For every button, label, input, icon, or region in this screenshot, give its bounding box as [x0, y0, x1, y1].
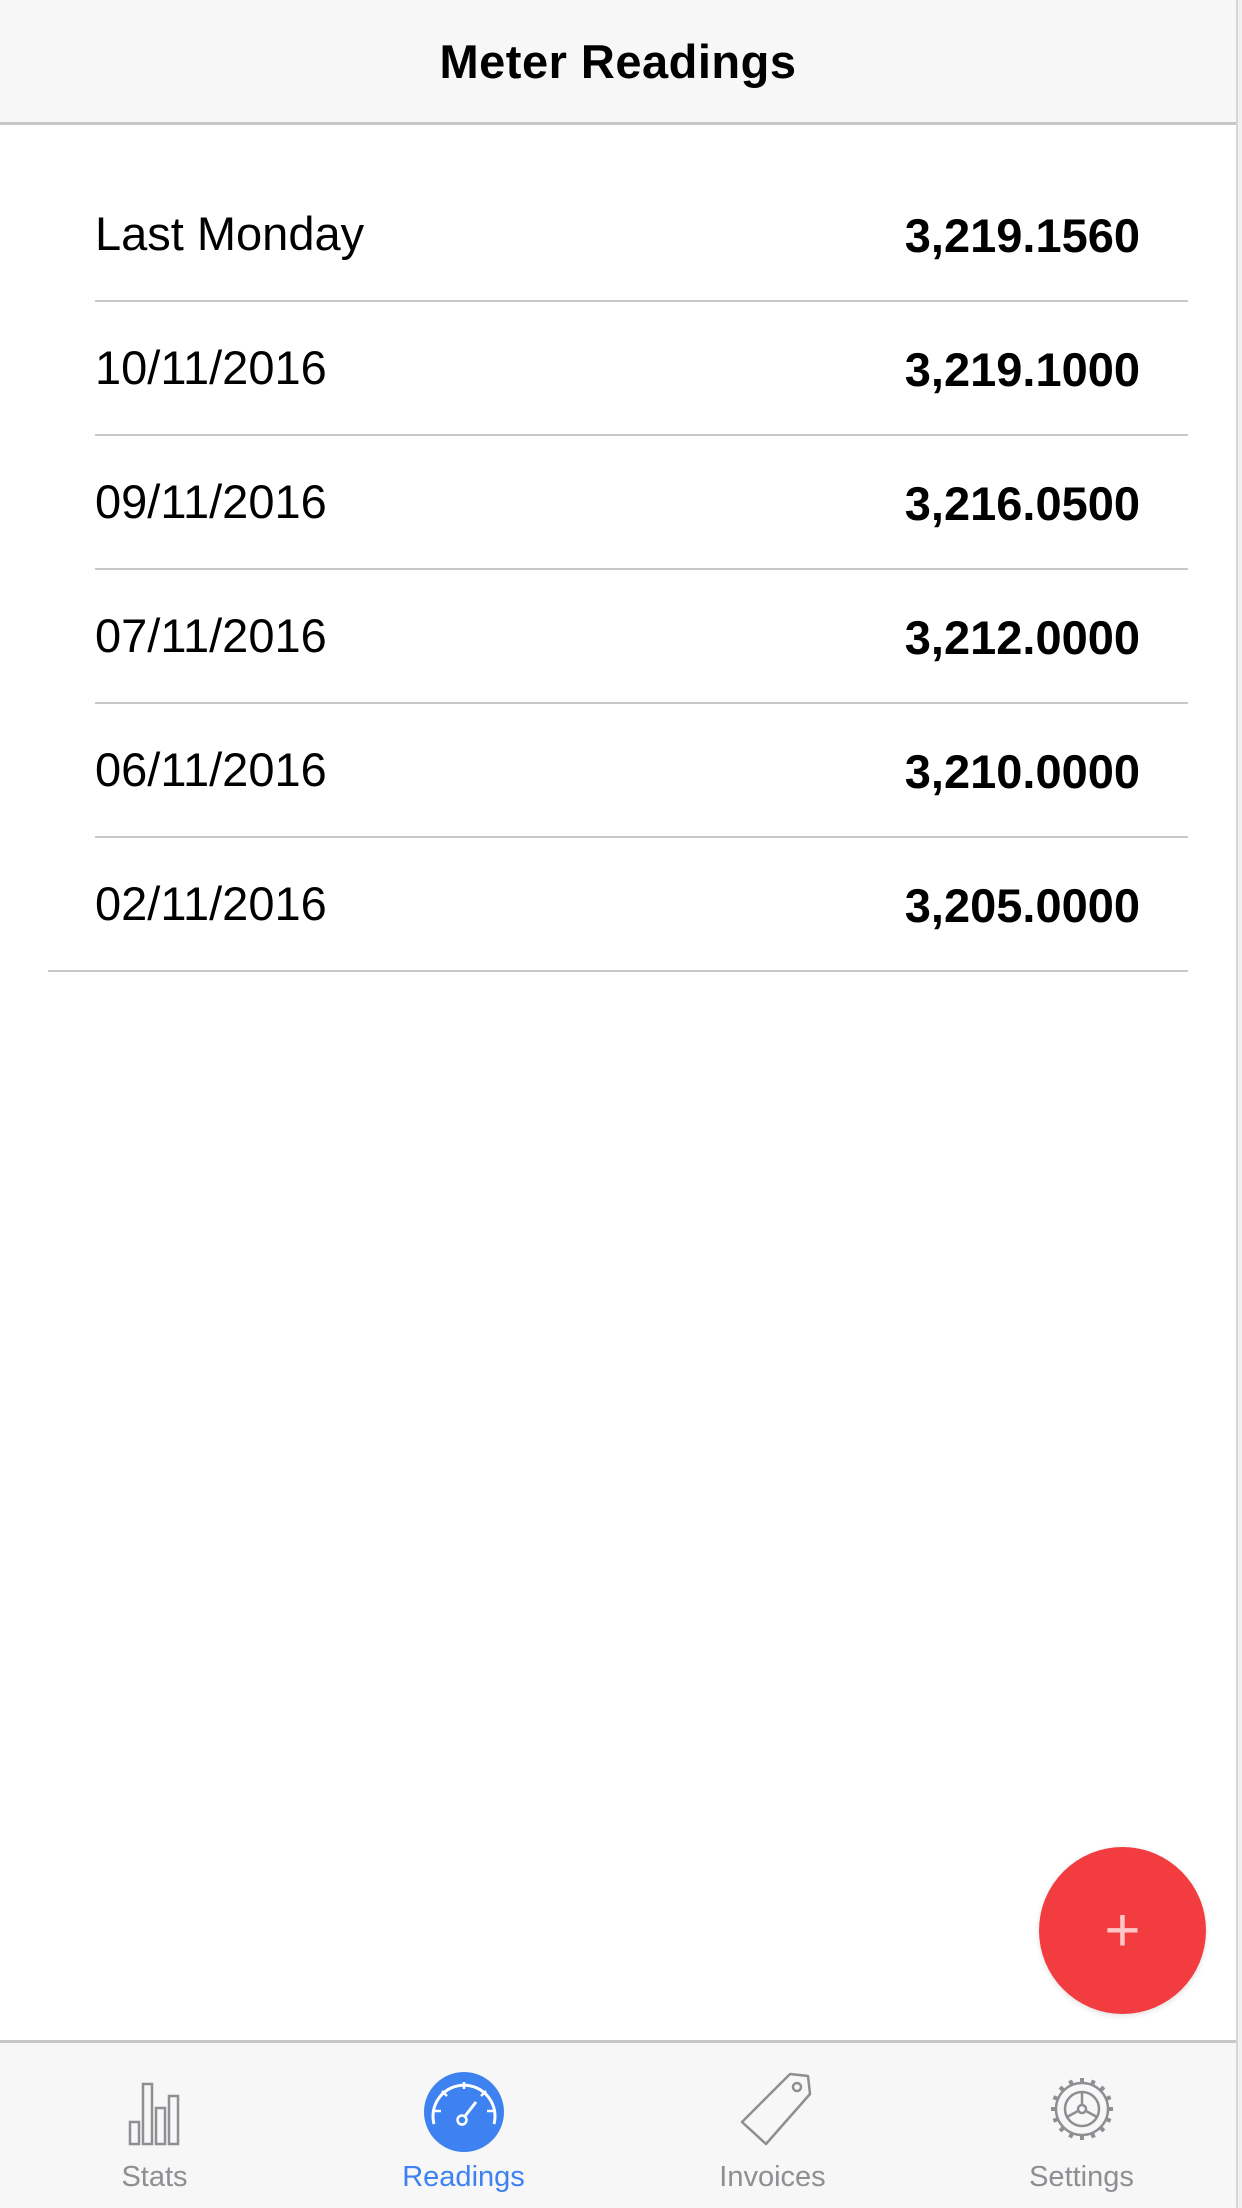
row-separator — [48, 970, 1188, 972]
readings-list: Last Monday 3,219.1560 10/11/2016 3,219.… — [0, 168, 1236, 972]
reading-value: 3,216.0500 — [904, 477, 1140, 530]
tab-settings-label: Settings — [1029, 2161, 1134, 2193]
tab-invoices[interactable]: Invoices — [618, 2043, 927, 2208]
reading-value: 3,212.0000 — [904, 611, 1140, 664]
tab-stats[interactable]: Stats — [0, 2043, 309, 2208]
screen-edge — [1236, 0, 1242, 2208]
tab-readings-label: Readings — [402, 2161, 525, 2193]
reading-value: 3,210.0000 — [904, 745, 1140, 798]
reading-date: 06/11/2016 — [95, 743, 327, 796]
speedometer-icon — [423, 2072, 504, 2152]
reading-row[interactable]: Last Monday 3,219.1560 — [0, 168, 1236, 302]
reading-value: 3,205.0000 — [904, 879, 1140, 932]
reading-date: 10/11/2016 — [95, 341, 327, 394]
navigation-bar: Meter Readings — [0, 0, 1236, 125]
tab-settings[interactable]: Settings — [927, 2043, 1236, 2208]
tab-invoices-label: Invoices — [719, 2161, 826, 2193]
plus-icon: + — [1104, 1896, 1141, 1965]
add-reading-button[interactable]: + — [1039, 1847, 1206, 2014]
reading-row[interactable]: 09/11/2016 3,216.0500 — [0, 436, 1236, 570]
price-tag-icon — [740, 2072, 811, 2146]
reading-row[interactable]: 02/11/2016 3,205.0000 — [0, 838, 1236, 972]
tab-readings[interactable]: Readings — [309, 2043, 618, 2208]
gear-icon — [1050, 2078, 1113, 2140]
reading-date: 07/11/2016 — [95, 609, 327, 662]
reading-row[interactable]: 07/11/2016 3,212.0000 — [0, 570, 1236, 704]
reading-date: 09/11/2016 — [95, 475, 327, 528]
page-title: Meter Readings — [439, 34, 797, 88]
reading-row[interactable]: 06/11/2016 3,210.0000 — [0, 704, 1236, 838]
reading-value: 3,219.1000 — [904, 343, 1140, 396]
tab-stats-label: Stats — [121, 2161, 188, 2193]
app-screen: Meter Readings Last Monday 3,219.1560 10… — [0, 0, 1236, 2208]
tab-bar: Stats Readings Invoices Settings — [0, 2040, 1236, 2208]
reading-row[interactable]: 10/11/2016 3,219.1000 — [0, 302, 1236, 436]
bar-chart-icon — [128, 2082, 179, 2146]
reading-date: 02/11/2016 — [95, 877, 327, 930]
reading-value: 3,219.1560 — [904, 209, 1140, 262]
reading-date: Last Monday — [95, 207, 365, 260]
